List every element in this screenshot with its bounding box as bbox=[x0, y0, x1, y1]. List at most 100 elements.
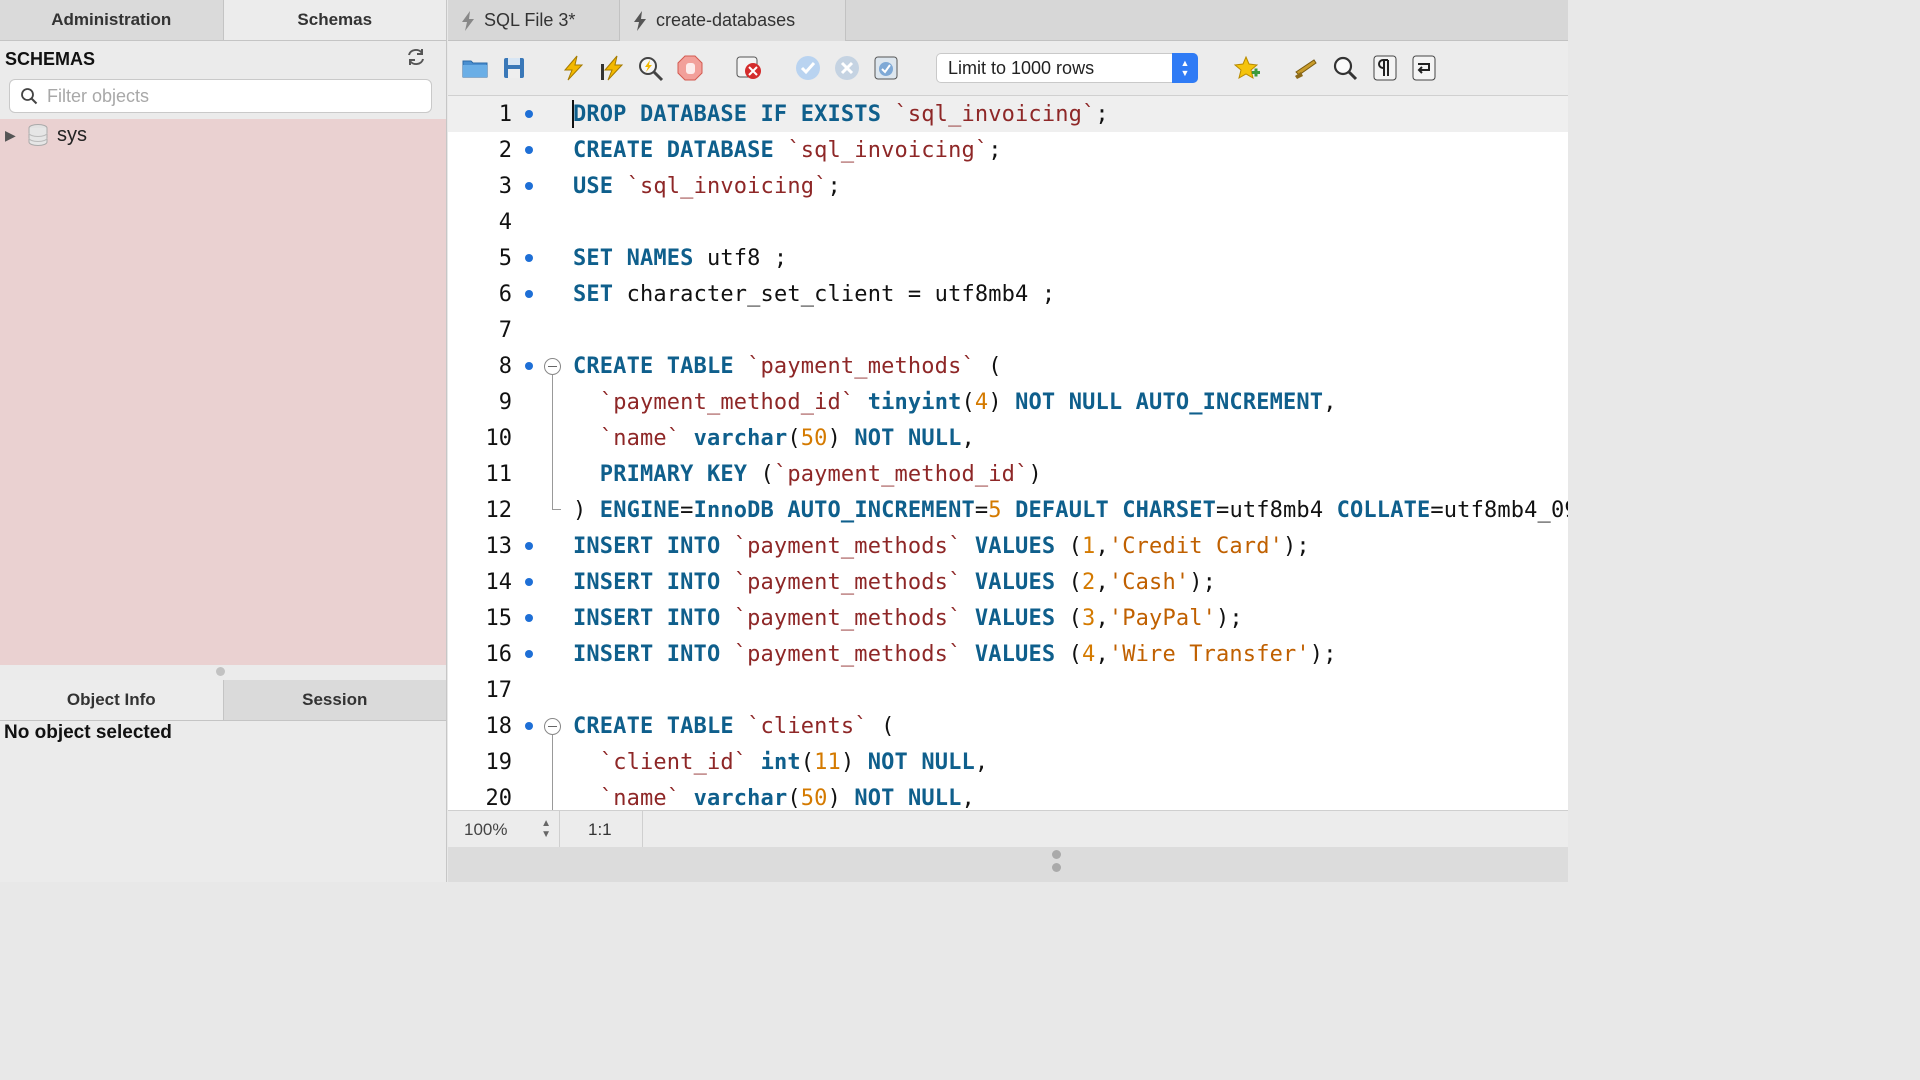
tab-session[interactable]: Session bbox=[223, 680, 446, 721]
save-button[interactable] bbox=[499, 53, 529, 83]
code-line[interactable]: 18 CREATE TABLE `clients` ( bbox=[448, 708, 1568, 744]
code-token: 1 bbox=[1082, 533, 1096, 559]
schemas-title: SCHEMAS bbox=[5, 48, 96, 69]
statement-marker-icon[interactable] bbox=[525, 578, 533, 586]
expand-arrow-icon[interactable]: ▶ bbox=[5, 127, 21, 144]
code-token: ) bbox=[840, 749, 868, 775]
navigator-tabs: Administration Schemas bbox=[0, 0, 446, 41]
statement-marker-icon[interactable] bbox=[525, 110, 533, 118]
statement-marker-icon[interactable] bbox=[525, 614, 533, 622]
code-token: ( bbox=[974, 353, 1002, 379]
code-text: INSERT INTO `payment_methods` VALUES (2,… bbox=[573, 570, 1216, 595]
code-line[interactable]: 16 INSERT INTO `payment_methods` VALUES (… bbox=[448, 636, 1568, 672]
sql-editor[interactable]: 1 DROP DATABASE IF EXISTS `sql_invoicing`… bbox=[448, 96, 1568, 810]
execute-all-button[interactable] bbox=[558, 53, 588, 83]
line-number: 11 bbox=[485, 461, 513, 487]
code-token: = bbox=[680, 497, 694, 523]
code-token: COLLATE bbox=[1336, 497, 1431, 523]
code-line[interactable]: 6 SET character_set_client = utf8mb4 ; bbox=[448, 276, 1568, 312]
limit-rows-select[interactable]: Limit to 1000 rows ▲ ▼ bbox=[936, 53, 1198, 83]
statement-marker-icon[interactable] bbox=[525, 362, 533, 370]
code-token: `name` bbox=[599, 785, 681, 811]
line-number: 6 bbox=[498, 281, 512, 307]
code-line[interactable]: 10 `name` varchar(50) NOT NULL, bbox=[448, 420, 1568, 456]
tab-sql-file-3[interactable]: SQL File 3* bbox=[448, 0, 620, 41]
statement-marker-icon[interactable] bbox=[525, 650, 533, 658]
word-wrap-button[interactable] bbox=[1409, 53, 1439, 83]
code-text: CREATE DATABASE `sql_invoicing`; bbox=[573, 138, 1002, 163]
schemas-header: SCHEMAS bbox=[0, 41, 446, 77]
statement-marker-icon[interactable] bbox=[525, 254, 533, 262]
code-token: CREATE TABLE bbox=[573, 353, 748, 379]
splitter-handle-dot[interactable] bbox=[1052, 850, 1061, 859]
stop-button[interactable] bbox=[675, 53, 705, 83]
code-line[interactable]: 20 `name` varchar(50) NOT NULL, bbox=[448, 780, 1568, 811]
code-token: `name` bbox=[599, 425, 681, 451]
code-line[interactable]: 14 INSERT INTO `payment_methods` VALUES (… bbox=[448, 564, 1568, 600]
save-icon bbox=[504, 58, 524, 78]
code-line[interactable]: 2 CREATE DATABASE `sql_invoicing`; bbox=[448, 132, 1568, 168]
refresh-icon[interactable] bbox=[406, 48, 426, 71]
code-token: `sql_invoicing` bbox=[894, 101, 1096, 127]
code-line[interactable]: 11 PRIMARY KEY (`payment_method_id`) bbox=[448, 456, 1568, 492]
zoom-stepper-icon[interactable]: ▲ ▼ bbox=[541, 818, 551, 840]
line-number: 10 bbox=[485, 425, 513, 451]
statement-marker-icon[interactable] bbox=[525, 290, 533, 298]
open-file-button[interactable] bbox=[460, 53, 490, 83]
code-token: ( bbox=[1055, 533, 1083, 559]
code-text: USE `sql_invoicing`; bbox=[573, 174, 841, 199]
tab-create-databases[interactable]: create-databases bbox=[620, 0, 846, 41]
statement-marker-icon[interactable] bbox=[525, 722, 533, 730]
lightning-cursor-icon bbox=[601, 55, 624, 81]
autocommit-button[interactable] bbox=[871, 53, 901, 83]
code-line[interactable]: 4 bbox=[448, 204, 1568, 240]
fold-toggle-icon[interactable] bbox=[544, 717, 561, 735]
select-stepper-icon[interactable]: ▲ ▼ bbox=[1172, 53, 1198, 83]
code-line[interactable]: 7 bbox=[448, 312, 1568, 348]
add-snippet-button[interactable] bbox=[1232, 53, 1262, 83]
code-token: , bbox=[1323, 389, 1337, 415]
code-token: 11 bbox=[814, 749, 841, 775]
code-line[interactable]: 12) ENGINE=InnoDB AUTO_INCREMENT=5 DEFAU… bbox=[448, 492, 1569, 528]
code-line[interactable]: 1 DROP DATABASE IF EXISTS `sql_invoicing`… bbox=[448, 96, 1568, 132]
line-number: 19 bbox=[485, 749, 513, 775]
statement-marker-icon[interactable] bbox=[525, 542, 533, 550]
schema-item-sys[interactable]: ▶ sys bbox=[0, 119, 446, 151]
output-splitter[interactable] bbox=[448, 847, 1568, 882]
tab-schemas[interactable]: Schemas bbox=[223, 0, 446, 41]
panel-splitter-handle[interactable] bbox=[216, 667, 225, 676]
navigator-panel: Administration Schemas SCHEMAS ▶ sys Obj… bbox=[0, 0, 447, 882]
search-icon bbox=[21, 88, 38, 105]
splitter-handle-dot[interactable] bbox=[1052, 863, 1061, 872]
code-text: `name` varchar(50) NOT NULL, bbox=[573, 426, 975, 451]
code-line[interactable]: 17 bbox=[448, 672, 1568, 708]
tab-object-info[interactable]: Object Info bbox=[0, 680, 224, 721]
code-token: InnoDB AUTO_INCREMENT bbox=[693, 497, 975, 523]
explain-button[interactable] bbox=[635, 53, 665, 83]
toggle-error-button[interactable] bbox=[734, 53, 764, 83]
error-stop-icon bbox=[736, 56, 761, 79]
code-line[interactable]: 9 `payment_method_id` tinyint(4) NOT NUL… bbox=[448, 384, 1568, 420]
invisible-chars-button[interactable] bbox=[1370, 53, 1400, 83]
code-line[interactable]: 3 USE `sql_invoicing`; bbox=[448, 168, 1568, 204]
zoom-value: 100% bbox=[464, 819, 508, 839]
rollback-button[interactable] bbox=[832, 53, 862, 83]
statement-marker-icon[interactable] bbox=[525, 146, 533, 154]
fold-toggle-icon[interactable] bbox=[544, 357, 561, 375]
code-line[interactable]: 5 SET NAMES utf8 ; bbox=[448, 240, 1568, 276]
statement-marker-icon[interactable] bbox=[525, 182, 533, 190]
code-line[interactable]: 15 INSERT INTO `payment_methods` VALUES (… bbox=[448, 600, 1568, 636]
commit-button[interactable] bbox=[793, 53, 823, 83]
execute-current-button[interactable] bbox=[596, 53, 626, 83]
filter-objects-input[interactable] bbox=[47, 85, 427, 107]
tab-administration[interactable]: Administration bbox=[0, 0, 224, 41]
code-line[interactable]: 13 INSERT INTO `payment_methods` VALUES (… bbox=[448, 528, 1568, 564]
find-button[interactable] bbox=[1330, 53, 1360, 83]
code-line[interactable]: 19 `client_id` int(11) NOT NULL, bbox=[448, 744, 1568, 780]
code-token: ; bbox=[988, 137, 1002, 163]
wrap-icon bbox=[1412, 55, 1436, 81]
zoom-selector[interactable]: 100% ▲ ▼ bbox=[448, 811, 560, 848]
code-line[interactable]: 8 CREATE TABLE `payment_methods` ( bbox=[448, 348, 1568, 384]
beautify-button[interactable] bbox=[1291, 53, 1321, 83]
